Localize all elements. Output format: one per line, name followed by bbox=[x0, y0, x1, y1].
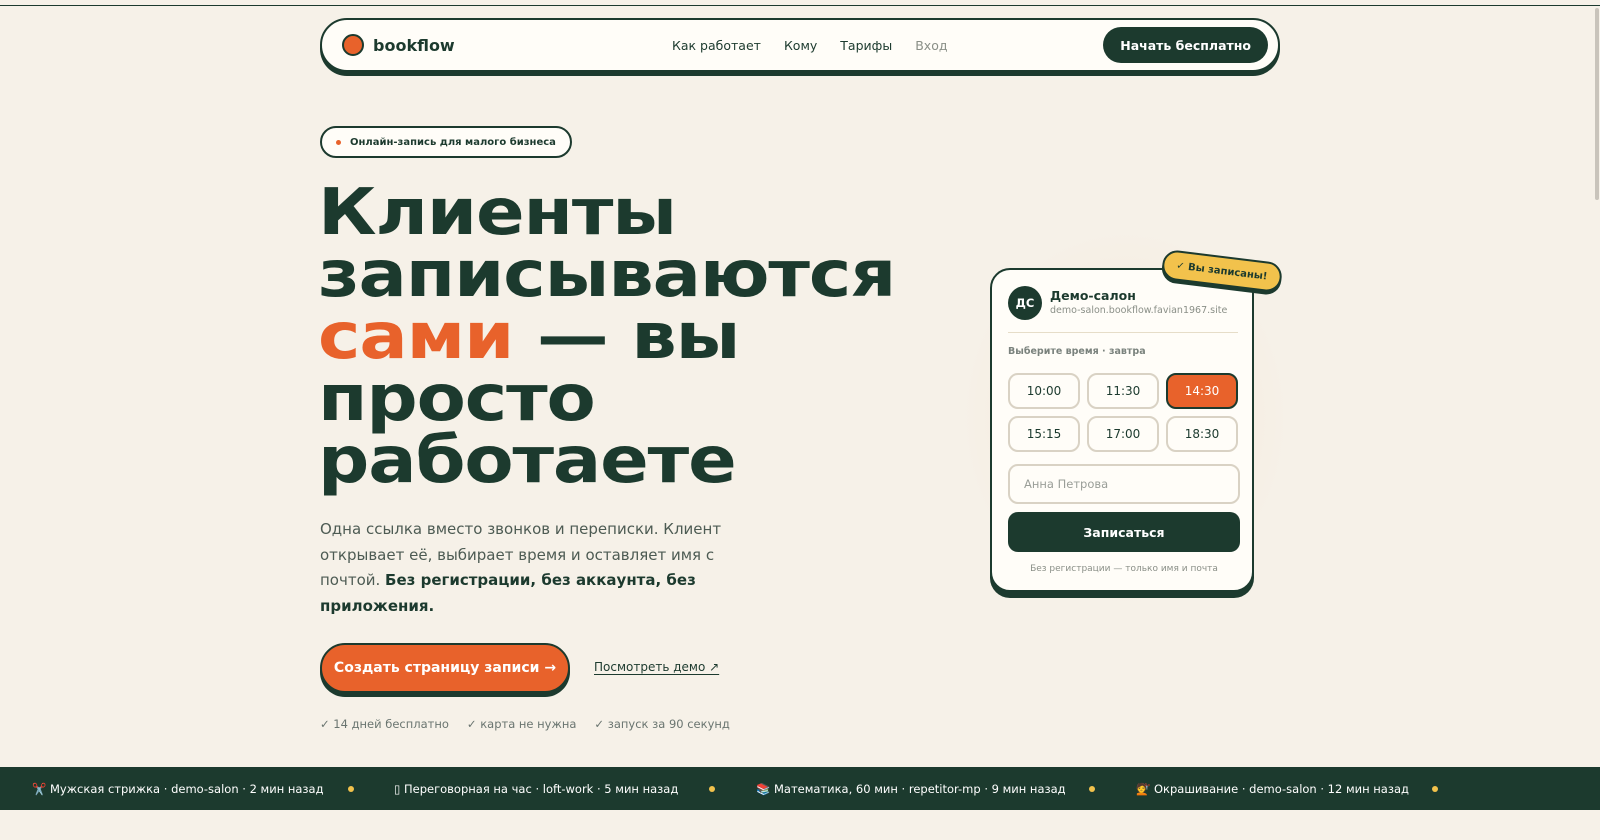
hero-title: Клиенты записываются сами — вы просто ра… bbox=[318, 181, 1035, 493]
book-submit-button[interactable]: Записаться bbox=[1008, 512, 1240, 552]
time-slot[interactable]: 18:30 bbox=[1166, 416, 1238, 452]
client-name-input[interactable] bbox=[1008, 464, 1240, 504]
time-slot[interactable]: 17:00 bbox=[1087, 416, 1159, 452]
time-slot[interactable]: 15:15 bbox=[1008, 416, 1080, 452]
badge-dot-icon bbox=[336, 139, 341, 145]
salon-name: Демо-салон bbox=[1050, 288, 1136, 303]
nav-link-audience[interactable]: Кому bbox=[784, 38, 817, 53]
nav-links: Как работает Кому Тарифы Вход bbox=[672, 20, 947, 70]
perks-list: ✓ 14 дней бесплатно ✓ карта не нужна ✓ з… bbox=[320, 717, 730, 731]
time-slots-grid: 10:00 11:30 14:30 15:15 17:00 18:30 bbox=[1008, 373, 1240, 452]
nav-link-login[interactable]: Вход bbox=[915, 38, 947, 53]
badge-text: Онлайн-запись для малого бизнеса bbox=[350, 136, 556, 148]
booking-card: ДС Демо-салон demo-salon.bookflow.favian… bbox=[990, 268, 1254, 592]
hero-title-line-5: работаете bbox=[318, 424, 737, 498]
time-slot-selected[interactable]: 14:30 bbox=[1166, 373, 1238, 409]
time-slot[interactable]: 10:00 bbox=[1008, 373, 1080, 409]
perk-item: ✓ карта не нужна bbox=[466, 717, 577, 731]
ticker-dot-icon bbox=[348, 786, 354, 792]
create-booking-page-button[interactable]: Создать страницу записи → bbox=[320, 643, 570, 693]
activity-ticker: ✂️ Мужская стрижка · demo-salon · 2 мин … bbox=[0, 767, 1600, 810]
scrollbar-thumb[interactable] bbox=[1595, 8, 1599, 200]
salon-avatar: ДС bbox=[1008, 286, 1042, 320]
brand-logo[interactable]: bookflow bbox=[342, 34, 455, 56]
top-border bbox=[0, 5, 1600, 6]
ticker-item: ✂️ Мужская стрижка · demo-salon · 2 мин … bbox=[32, 781, 324, 796]
ticker-dot-icon bbox=[1432, 786, 1438, 792]
start-free-button[interactable]: Начать бесплатно bbox=[1103, 27, 1268, 63]
top-navbar: bookflow Как работает Кому Тарифы Вход Н… bbox=[320, 18, 1280, 72]
hero-subtitle: Одна ссылка вместо звонков и переписки. … bbox=[320, 517, 740, 619]
time-select-label: Выберите время · завтра bbox=[1008, 346, 1146, 357]
logo-circle-icon bbox=[342, 34, 364, 56]
page-scrollbar[interactable] bbox=[1594, 0, 1600, 840]
logo-text: bookflow bbox=[373, 35, 455, 55]
ticker-item: ▯ Переговорная на час · loft-work · 5 ми… bbox=[394, 781, 679, 796]
hero-badge: Онлайн-запись для малого бизнеса bbox=[320, 126, 572, 158]
ticker-item: 💇 Окрашивание · demo-salon · 12 мин наза… bbox=[1136, 781, 1409, 796]
card-note: Без регистрации — только имя и почта bbox=[1030, 564, 1218, 574]
ticker-item: 📚 Математика, 60 мин · repetitor-mp · 9 … bbox=[756, 781, 1066, 796]
perk-item: ✓ 14 дней бесплатно bbox=[320, 717, 449, 731]
salon-url: demo-salon.bookflow.favian1967.site bbox=[1050, 305, 1228, 316]
ticker-dot-icon bbox=[1089, 786, 1095, 792]
nav-link-how-it-works[interactable]: Как работает bbox=[672, 38, 761, 53]
nav-link-pricing[interactable]: Тарифы bbox=[840, 38, 892, 53]
card-divider bbox=[1008, 332, 1238, 333]
perk-item: ✓ запуск за 90 секунд bbox=[594, 717, 730, 731]
ticker-dot-icon bbox=[709, 786, 715, 792]
view-demo-link[interactable]: Посмотреть демо ↗ bbox=[594, 660, 719, 674]
time-slot[interactable]: 11:30 bbox=[1087, 373, 1159, 409]
